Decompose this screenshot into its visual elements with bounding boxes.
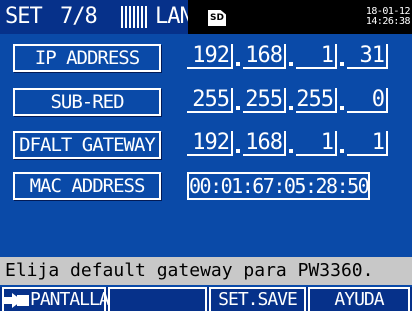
dot-separator [236,62,240,66]
subnet-octet-4[interactable]: 0 [347,88,388,113]
header-bar: SET 7/8 LAN SD 18-01-12 14:26:38 [0,0,412,34]
subnet-octet-1[interactable]: 255 [187,88,233,113]
dot-separator [340,106,344,110]
dot-separator [340,62,344,66]
dot-separator [289,62,293,66]
gateway-octet-2[interactable]: 168 [243,131,286,156]
subnet-label: SUB-RED [13,88,161,116]
dot-separator [289,106,293,110]
dot-separator [236,106,240,110]
page-indicator: 7/8 [60,4,98,29]
gateway-label: DFALT GATEWAY [13,131,161,159]
gateway-octet-1[interactable]: 192 [187,131,233,156]
ip-octet-1[interactable]: 192 [187,44,233,69]
gateway-octet-4[interactable]: 1 [347,131,388,156]
ip-octet-2[interactable]: 168 [243,44,286,69]
dot-separator [289,149,293,153]
sd-card-icon: SD [208,10,226,26]
f4-ayuda-button[interactable]: AYUDA [308,287,410,311]
subnet-octet-3[interactable]: 255 [296,88,337,113]
help-message: Elija default gateway para PW3360. [0,257,412,285]
time-display: 14:26:38 [365,16,411,27]
function-key-bar: PANTALLA SET.SAVE AYUDA [0,287,412,311]
dot-separator [236,149,240,153]
display-switch-icon [2,293,29,308]
gateway-octet-3[interactable]: 1 [296,131,337,156]
subnet-octet-2[interactable]: 255 [243,88,286,113]
set-label: SET [5,4,43,29]
ip-address-label: IP ADDRESS [13,44,161,72]
ip-octet-3[interactable]: 1 [296,44,337,69]
tab-lan[interactable]: LAN [155,5,193,29]
lan-settings-screen: SET 7/8 LAN SD 18-01-12 14:26:38 IP ADDR… [0,0,412,311]
f2-button[interactable] [108,287,207,311]
f3-set-save-button[interactable]: SET.SAVE [209,287,306,311]
mac-address-value: 00:01:67:05:28:50 [187,172,370,200]
ip-octet-4[interactable]: 31 [347,44,388,69]
mac-address-label: MAC ADDRESS [13,172,161,200]
status-area: SD 18-01-12 14:26:38 [188,0,412,34]
dot-separator [340,149,344,153]
lan-icon [121,6,147,28]
